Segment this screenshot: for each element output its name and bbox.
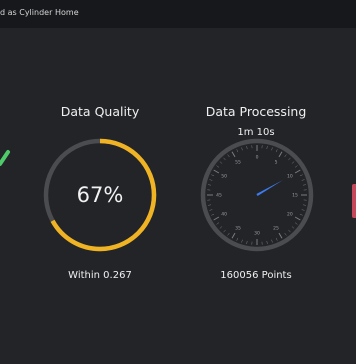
clock-tick [241, 239, 243, 243]
clock-tick [301, 179, 305, 181]
clock-tick [236, 149, 239, 153]
clock-tick [291, 226, 295, 229]
quality-ring: 67% [43, 138, 157, 252]
clock-tick [266, 240, 268, 244]
clock-tick [219, 226, 223, 229]
clock-tick-label: 5 [275, 160, 278, 166]
clock-tick [223, 157, 226, 161]
clock-tick-label: 0 [256, 155, 259, 161]
clock-tick [284, 232, 287, 236]
clock-tick-label: 15 [292, 193, 298, 199]
clock-tick [288, 229, 291, 233]
clock-tick-label: 50 [221, 174, 227, 180]
clock-tick [223, 229, 226, 233]
clock-tick-label: 10 [287, 174, 293, 180]
clock-tick-label: 40 [221, 212, 227, 218]
clock-tick [227, 154, 230, 158]
processing-clock: 0 5 10 15 20 25 30 35 40 45 50 55 [200, 138, 314, 252]
clock-tick [299, 174, 303, 177]
clock-tick [291, 161, 295, 164]
clock-tick [278, 151, 283, 158]
clock-tick-labels: 0 5 10 15 20 25 30 35 40 45 50 55 [216, 155, 298, 237]
clock-tick [302, 204, 306, 206]
clock-tick [294, 169, 301, 174]
clock-tick [284, 154, 287, 158]
clock-tick [271, 147, 273, 151]
clock-tick [288, 157, 291, 161]
clock-tick [231, 232, 236, 239]
clock-tick [231, 151, 236, 158]
quality-footer: Within 0.267 [68, 270, 132, 281]
clock-tick [271, 239, 273, 243]
clock-tick [216, 165, 220, 168]
clock-tick [213, 216, 220, 221]
quality-value: 67% [77, 183, 124, 207]
breadcrumb-current: d as Cylinder [0, 8, 53, 17]
clock-tick [301, 209, 305, 211]
clock-tick [246, 240, 248, 244]
clock-tick [216, 222, 220, 225]
processing-elapsed: 1m 10s [237, 127, 275, 138]
clock-tick [294, 222, 298, 225]
clock-tick [275, 237, 278, 241]
processing-footer: 160056 Points [220, 270, 292, 281]
clock-tick [294, 165, 298, 168]
clock-tick [208, 204, 212, 206]
clock-tick-label: 20 [287, 212, 293, 218]
clock-tick-label: 30 [254, 231, 260, 237]
clock-tick [213, 169, 220, 174]
clock-tick [209, 179, 213, 181]
clock-tick-label: 55 [235, 160, 241, 166]
clock-tick [211, 174, 215, 177]
clock-tick-label: 45 [216, 193, 222, 199]
error-icon [352, 184, 356, 218]
clock-needle [256, 180, 283, 197]
clock-tick [236, 237, 239, 241]
clock-tick [241, 147, 243, 151]
clock-tick [278, 232, 283, 239]
clock-tick [227, 232, 230, 236]
clock-tick [211, 213, 215, 216]
top-bar: d as Cylinder Home [0, 0, 356, 28]
clock-tick [219, 161, 223, 164]
clock-tick [294, 216, 301, 221]
check-icon [0, 150, 10, 166]
clock-tick-label: 25 [273, 226, 279, 232]
clock-tick [266, 146, 268, 150]
clock-tick [209, 209, 213, 211]
clock-tick [275, 149, 278, 153]
clock-tick-label: 35 [235, 226, 241, 232]
clock-tick [302, 184, 306, 186]
processing-title: Data Processing [205, 104, 307, 119]
breadcrumb-home-link[interactable]: Home [55, 8, 79, 17]
clock-tick [246, 146, 248, 150]
quality-title: Data Quality [60, 104, 140, 119]
clock-tick [299, 213, 303, 216]
clock-tick [208, 184, 212, 186]
